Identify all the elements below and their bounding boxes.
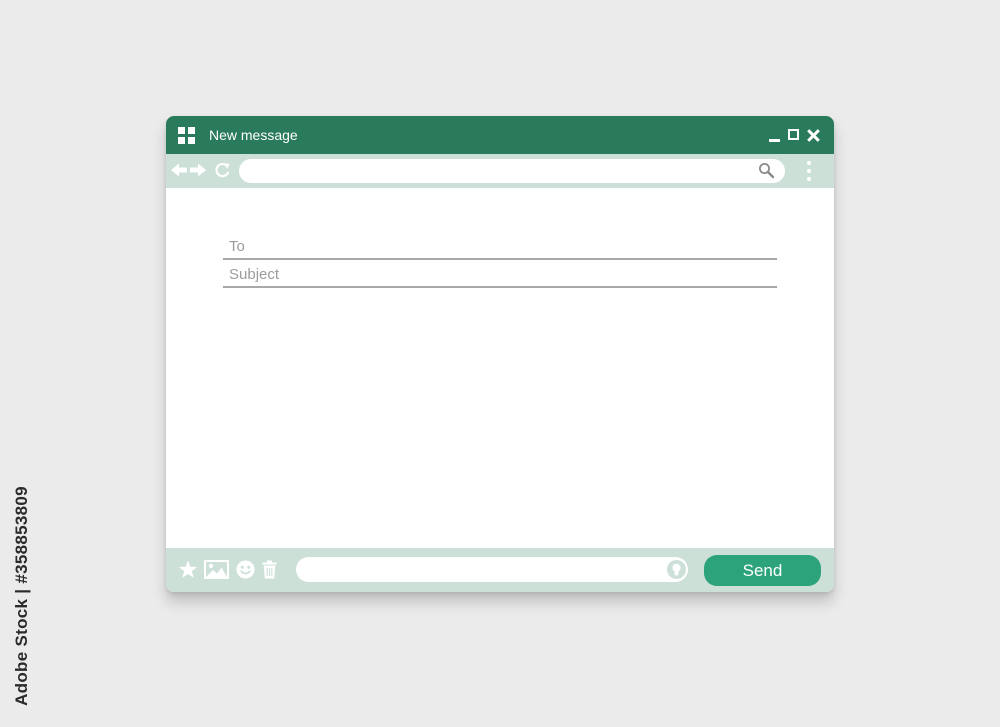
back-arrow-icon[interactable]	[171, 162, 188, 178]
email-compose-window: New message To Subject Send	[166, 116, 834, 592]
address-bar[interactable]	[239, 159, 785, 183]
minimize-icon[interactable]	[766, 125, 784, 145]
to-input[interactable]	[229, 236, 769, 256]
to-field	[223, 234, 777, 260]
send-button[interactable]: Send	[704, 555, 821, 586]
window-title: New message	[209, 127, 298, 143]
close-icon[interactable]	[805, 125, 823, 145]
title-bar: New message	[166, 116, 834, 154]
star-icon[interactable]	[178, 560, 198, 579]
lightbulb-icon[interactable]	[666, 559, 687, 580]
maximize-icon[interactable]	[785, 125, 803, 145]
subject-input[interactable]	[229, 264, 769, 284]
message-input[interactable]	[296, 557, 688, 582]
app-grid-icon[interactable]	[178, 127, 195, 144]
stock-watermark-text: Adobe Stock | #358853809	[12, 486, 31, 706]
trash-icon[interactable]	[262, 560, 277, 579]
reload-icon[interactable]	[213, 161, 232, 180]
more-vertical-icon[interactable]	[804, 160, 814, 182]
stock-watermark: Adobe Stock | #358853809	[6, 486, 38, 706]
forward-arrow-icon[interactable]	[189, 162, 206, 178]
search-icon[interactable]	[758, 162, 775, 179]
subject-field	[223, 262, 777, 288]
emoji-icon[interactable]	[236, 560, 255, 579]
browser-toolbar	[166, 154, 834, 188]
stage: Adobe Stock | #358853809 New message To …	[0, 0, 1000, 727]
compose-toolbar: Send	[166, 548, 834, 592]
image-icon[interactable]	[204, 560, 229, 579]
message-body[interactable]	[166, 188, 834, 548]
